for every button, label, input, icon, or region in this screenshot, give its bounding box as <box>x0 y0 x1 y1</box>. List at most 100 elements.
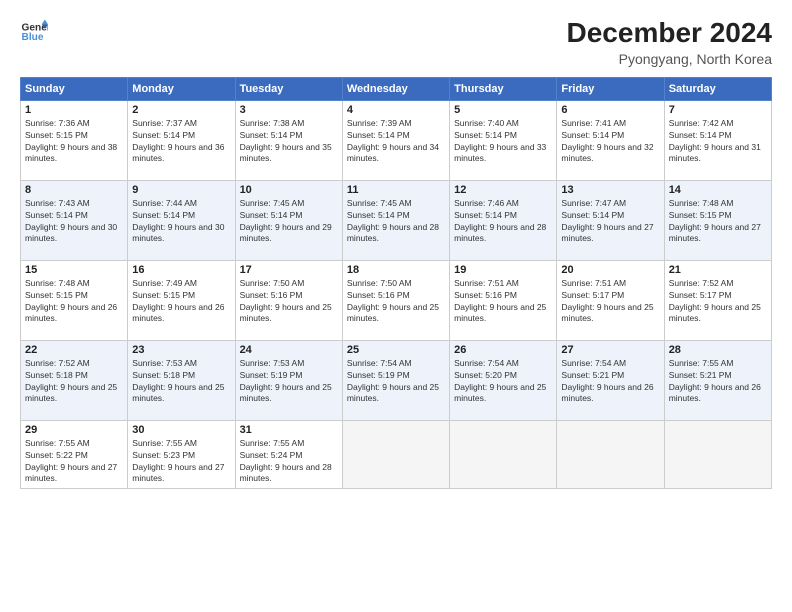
day-info: Sunrise: 7:48 AMSunset: 5:15 PMDaylight:… <box>25 278 117 324</box>
day-info: Sunrise: 7:40 AMSunset: 5:14 PMDaylight:… <box>454 118 546 164</box>
day-info: Sunrise: 7:45 AMSunset: 5:14 PMDaylight:… <box>240 198 332 244</box>
day-info: Sunrise: 7:49 AMSunset: 5:15 PMDaylight:… <box>132 278 224 324</box>
day-number: 14 <box>669 184 767 196</box>
day-info: Sunrise: 7:53 AMSunset: 5:19 PMDaylight:… <box>240 358 332 404</box>
calendar-cell <box>450 420 557 489</box>
calendar-cell: 16 Sunrise: 7:49 AMSunset: 5:15 PMDaylig… <box>128 260 235 340</box>
day-info: Sunrise: 7:46 AMSunset: 5:14 PMDaylight:… <box>454 198 546 244</box>
calendar-cell: 2 Sunrise: 7:37 AMSunset: 5:14 PMDayligh… <box>128 100 235 180</box>
day-number: 25 <box>347 344 445 356</box>
calendar-cell: 24 Sunrise: 7:53 AMSunset: 5:19 PMDaylig… <box>235 340 342 420</box>
calendar-cell: 14 Sunrise: 7:48 AMSunset: 5:15 PMDaylig… <box>664 180 771 260</box>
header-friday: Friday <box>557 77 664 100</box>
calendar-cell: 25 Sunrise: 7:54 AMSunset: 5:19 PMDaylig… <box>342 340 449 420</box>
calendar-cell <box>557 420 664 489</box>
day-info: Sunrise: 7:54 AMSunset: 5:19 PMDaylight:… <box>347 358 439 404</box>
calendar-cell: 23 Sunrise: 7:53 AMSunset: 5:18 PMDaylig… <box>128 340 235 420</box>
day-number: 23 <box>132 344 230 356</box>
calendar-cell: 10 Sunrise: 7:45 AMSunset: 5:14 PMDaylig… <box>235 180 342 260</box>
calendar-table: Sunday Monday Tuesday Wednesday Thursday… <box>20 77 772 490</box>
calendar-cell: 31 Sunrise: 7:55 AMSunset: 5:24 PMDaylig… <box>235 420 342 489</box>
day-info: Sunrise: 7:47 AMSunset: 5:14 PMDaylight:… <box>561 198 653 244</box>
header-monday: Monday <box>128 77 235 100</box>
day-info: Sunrise: 7:41 AMSunset: 5:14 PMDaylight:… <box>561 118 653 164</box>
calendar-cell: 20 Sunrise: 7:51 AMSunset: 5:17 PMDaylig… <box>557 260 664 340</box>
calendar-cell: 15 Sunrise: 7:48 AMSunset: 5:15 PMDaylig… <box>21 260 128 340</box>
day-number: 6 <box>561 104 659 116</box>
calendar-cell: 7 Sunrise: 7:42 AMSunset: 5:14 PMDayligh… <box>664 100 771 180</box>
day-number: 3 <box>240 104 338 116</box>
day-number: 10 <box>240 184 338 196</box>
calendar-cell: 27 Sunrise: 7:54 AMSunset: 5:21 PMDaylig… <box>557 340 664 420</box>
calendar-cell: 17 Sunrise: 7:50 AMSunset: 5:16 PMDaylig… <box>235 260 342 340</box>
day-number: 1 <box>25 104 123 116</box>
calendar-cell: 30 Sunrise: 7:55 AMSunset: 5:23 PMDaylig… <box>128 420 235 489</box>
day-info: Sunrise: 7:42 AMSunset: 5:14 PMDaylight:… <box>669 118 761 164</box>
day-info: Sunrise: 7:48 AMSunset: 5:15 PMDaylight:… <box>669 198 761 244</box>
calendar-cell: 26 Sunrise: 7:54 AMSunset: 5:20 PMDaylig… <box>450 340 557 420</box>
header-sunday: Sunday <box>21 77 128 100</box>
day-number: 24 <box>240 344 338 356</box>
day-info: Sunrise: 7:55 AMSunset: 5:21 PMDaylight:… <box>669 358 761 404</box>
calendar-cell <box>342 420 449 489</box>
logo-icon: General Blue <box>20 18 48 46</box>
day-info: Sunrise: 7:44 AMSunset: 5:14 PMDaylight:… <box>132 198 224 244</box>
calendar-cell: 28 Sunrise: 7:55 AMSunset: 5:21 PMDaylig… <box>664 340 771 420</box>
calendar-cell: 18 Sunrise: 7:50 AMSunset: 5:16 PMDaylig… <box>342 260 449 340</box>
logo: General Blue <box>20 18 48 46</box>
day-number: 21 <box>669 264 767 276</box>
calendar-cell: 9 Sunrise: 7:44 AMSunset: 5:14 PMDayligh… <box>128 180 235 260</box>
day-info: Sunrise: 7:52 AMSunset: 5:17 PMDaylight:… <box>669 278 761 324</box>
day-info: Sunrise: 7:43 AMSunset: 5:14 PMDaylight:… <box>25 198 117 244</box>
day-info: Sunrise: 7:36 AMSunset: 5:15 PMDaylight:… <box>25 118 117 164</box>
header-saturday: Saturday <box>664 77 771 100</box>
page: General Blue December 2024 Pyongyang, No… <box>0 0 792 612</box>
day-number: 12 <box>454 184 552 196</box>
day-info: Sunrise: 7:50 AMSunset: 5:16 PMDaylight:… <box>347 278 439 324</box>
day-number: 2 <box>132 104 230 116</box>
day-info: Sunrise: 7:37 AMSunset: 5:14 PMDaylight:… <box>132 118 224 164</box>
calendar-cell: 8 Sunrise: 7:43 AMSunset: 5:14 PMDayligh… <box>21 180 128 260</box>
day-number: 18 <box>347 264 445 276</box>
day-number: 15 <box>25 264 123 276</box>
calendar-cell: 12 Sunrise: 7:46 AMSunset: 5:14 PMDaylig… <box>450 180 557 260</box>
calendar-cell: 29 Sunrise: 7:55 AMSunset: 5:22 PMDaylig… <box>21 420 128 489</box>
subtitle: Pyongyang, North Korea <box>567 51 772 67</box>
calendar-cell <box>664 420 771 489</box>
day-info: Sunrise: 7:39 AMSunset: 5:14 PMDaylight:… <box>347 118 439 164</box>
day-number: 26 <box>454 344 552 356</box>
day-number: 8 <box>25 184 123 196</box>
header-wednesday: Wednesday <box>342 77 449 100</box>
calendar-cell: 21 Sunrise: 7:52 AMSunset: 5:17 PMDaylig… <box>664 260 771 340</box>
day-number: 13 <box>561 184 659 196</box>
day-info: Sunrise: 7:53 AMSunset: 5:18 PMDaylight:… <box>132 358 224 404</box>
svg-text:Blue: Blue <box>22 32 44 43</box>
day-info: Sunrise: 7:51 AMSunset: 5:16 PMDaylight:… <box>454 278 546 324</box>
calendar-cell: 22 Sunrise: 7:52 AMSunset: 5:18 PMDaylig… <box>21 340 128 420</box>
day-number: 20 <box>561 264 659 276</box>
day-info: Sunrise: 7:50 AMSunset: 5:16 PMDaylight:… <box>240 278 332 324</box>
day-number: 9 <box>132 184 230 196</box>
day-info: Sunrise: 7:45 AMSunset: 5:14 PMDaylight:… <box>347 198 439 244</box>
day-number: 4 <box>347 104 445 116</box>
header-thursday: Thursday <box>450 77 557 100</box>
day-number: 5 <box>454 104 552 116</box>
day-number: 7 <box>669 104 767 116</box>
day-info: Sunrise: 7:54 AMSunset: 5:21 PMDaylight:… <box>561 358 653 404</box>
day-number: 17 <box>240 264 338 276</box>
calendar-header-row: Sunday Monday Tuesday Wednesday Thursday… <box>21 77 772 100</box>
day-number: 28 <box>669 344 767 356</box>
day-info: Sunrise: 7:51 AMSunset: 5:17 PMDaylight:… <box>561 278 653 324</box>
day-number: 29 <box>25 424 123 436</box>
day-info: Sunrise: 7:55 AMSunset: 5:23 PMDaylight:… <box>132 438 224 484</box>
day-number: 31 <box>240 424 338 436</box>
calendar-cell: 5 Sunrise: 7:40 AMSunset: 5:14 PMDayligh… <box>450 100 557 180</box>
day-info: Sunrise: 7:55 AMSunset: 5:22 PMDaylight:… <box>25 438 117 484</box>
day-number: 30 <box>132 424 230 436</box>
main-title: December 2024 <box>567 18 772 49</box>
day-number: 19 <box>454 264 552 276</box>
calendar-cell: 13 Sunrise: 7:47 AMSunset: 5:14 PMDaylig… <box>557 180 664 260</box>
day-info: Sunrise: 7:54 AMSunset: 5:20 PMDaylight:… <box>454 358 546 404</box>
day-info: Sunrise: 7:52 AMSunset: 5:18 PMDaylight:… <box>25 358 117 404</box>
calendar-cell: 6 Sunrise: 7:41 AMSunset: 5:14 PMDayligh… <box>557 100 664 180</box>
